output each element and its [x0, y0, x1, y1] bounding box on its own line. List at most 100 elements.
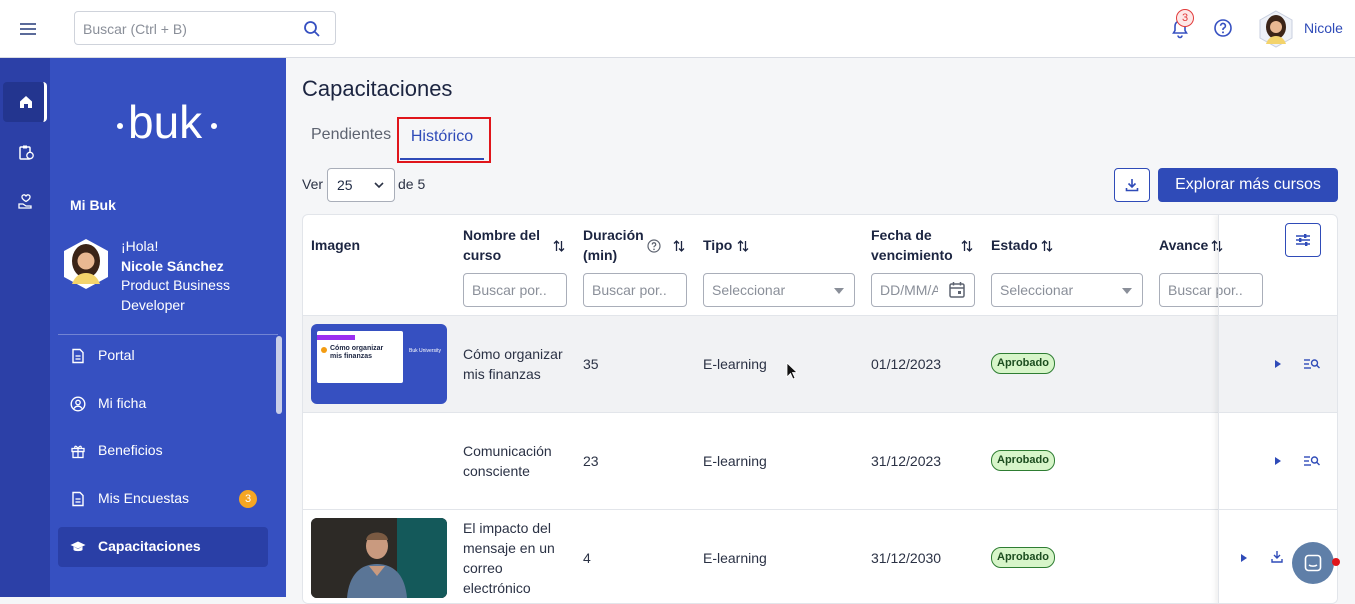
document-icon [70, 491, 86, 507]
icon-rail [0, 58, 50, 597]
duration-filter[interactable] [583, 273, 687, 307]
status-filter-select[interactable] [991, 273, 1143, 307]
section-title: Mi Buk [70, 197, 116, 213]
sort-icon[interactable] [1041, 239, 1053, 253]
total-pages-label: de 5 [398, 176, 426, 192]
document-icon [70, 348, 86, 364]
notifications-count-badge: 3 [1176, 9, 1194, 27]
hand-heart-icon [18, 194, 32, 209]
column-header-due-date[interactable]: Fecha de vencimiento [871, 225, 955, 265]
sidebar-item-label: Mi ficha [98, 395, 147, 411]
surveys-count-badge: 3 [239, 490, 257, 508]
duration-filter-input[interactable] [592, 282, 680, 298]
download-button[interactable] [1114, 168, 1150, 202]
sidebar-item-label: Beneficios [98, 442, 163, 458]
per-page-select[interactable]: 25 [327, 168, 395, 202]
rail-home[interactable] [3, 82, 47, 122]
greeting-text: ¡Hola! [121, 238, 159, 254]
column-settings-button[interactable] [1285, 223, 1321, 257]
sort-icon[interactable] [737, 239, 749, 253]
course-name: Comunicación consciente [463, 443, 552, 479]
tab-pendientes[interactable]: Pendientes [311, 126, 391, 144]
name-filter[interactable] [463, 273, 567, 307]
sidebar-item-label: Portal [98, 347, 135, 363]
column-header-image: Imagen [311, 237, 361, 253]
user-full-name: Nicole Sánchez [121, 257, 224, 274]
type-filter-select[interactable] [703, 273, 855, 307]
rail-clipboard[interactable] [3, 132, 47, 172]
explore-courses-button[interactable]: Explorar más cursos [1158, 168, 1338, 202]
column-header-duration[interactable]: Duración (min) [583, 225, 647, 265]
chevron-down-icon [374, 182, 384, 189]
course-due-date: 01/12/2023 [871, 356, 942, 372]
name-filter-input[interactable] [472, 282, 560, 298]
user-role: Product Business Developer [121, 277, 230, 313]
sidebar: buk Mi Buk ¡Hola! Nicole Sánchez Product… [50, 58, 286, 597]
info-help-icon[interactable] [647, 239, 661, 253]
course-name: Cómo organizar mis finanzas [463, 346, 563, 382]
per-page-label: Ver [302, 176, 324, 192]
course-type: E-learning [703, 550, 767, 566]
chat-icon [1304, 554, 1322, 572]
column-header-progress[interactable]: Avance [1159, 235, 1208, 255]
search-icon[interactable] [303, 20, 321, 38]
page-title: Capacitaciones [302, 76, 453, 101]
sidebar-divider [58, 334, 278, 335]
chat-unread-dot [1332, 558, 1340, 566]
graduation-cap-icon [70, 539, 86, 555]
course-thumbnail [311, 518, 447, 598]
mouse-cursor-icon [786, 362, 798, 380]
presenter-photo [311, 518, 447, 598]
sort-icon[interactable] [673, 239, 685, 253]
course-due-date: 31/12/2023 [871, 453, 942, 469]
buk-logo[interactable]: buk [116, 98, 220, 144]
column-header-name[interactable]: Nombre del curso [463, 225, 543, 265]
dropdown-arrow-icon [834, 288, 844, 294]
top-bar: 3 Nicole [0, 0, 1355, 58]
sidebar-item-beneficios[interactable]: Beneficios [58, 431, 268, 471]
courses-table: Imagen Nombre del curso Duración (min) T… [302, 214, 1338, 604]
status-filter-input[interactable] [1000, 282, 1110, 298]
sidebar-item-portal[interactable]: Portal [58, 336, 268, 376]
hamburger-menu-icon[interactable] [18, 19, 38, 39]
course-due-date: 31/12/2030 [871, 550, 942, 566]
course-type: E-learning [703, 453, 767, 469]
sidebar-avatar [62, 238, 110, 290]
home-icon [20, 96, 32, 108]
download-icon [1125, 179, 1139, 192]
chat-support-button[interactable] [1292, 542, 1334, 584]
sort-icon[interactable] [553, 239, 565, 253]
column-header-status[interactable]: Estado [991, 235, 1038, 255]
active-tab-highlight [397, 117, 491, 163]
table-row[interactable]: El impacto del mensaje en un correo elec… [303, 509, 1337, 603]
main-content: Capacitaciones Pendientes Histórico Ver … [286, 58, 1355, 604]
sidebar-scrollbar[interactable] [276, 336, 282, 414]
sidebar-item-mi-ficha[interactable]: Mi ficha [58, 384, 268, 424]
status-badge: Aprobado [991, 353, 1055, 374]
sidebar-item-mis-encuestas[interactable]: Mis Encuestas 3 [58, 479, 268, 519]
dropdown-arrow-icon [1122, 288, 1132, 294]
rail-benefits[interactable] [3, 182, 47, 222]
date-filter[interactable] [871, 273, 975, 307]
user-greeting: ¡Hola! Nicole Sánchez Product Business D… [121, 237, 241, 315]
date-filter-input[interactable] [880, 282, 938, 298]
svg-text:buk: buk [128, 98, 203, 144]
help-icon[interactable] [1213, 18, 1233, 38]
per-page-value: 25 [337, 177, 353, 193]
table-row[interactable]: Cómo organizar mis finanzas Buk Universi… [303, 315, 1337, 412]
user-avatar[interactable] [1258, 10, 1294, 48]
table-row[interactable]: Comunicación consciente 23 E-learning 31… [303, 412, 1337, 509]
course-thumbnail: Cómo organizar mis finanzas Buk Universi… [311, 324, 447, 404]
search-input[interactable] [83, 19, 293, 39]
calendar-icon[interactable] [948, 281, 966, 299]
sort-icon[interactable] [961, 239, 973, 253]
user-name-link[interactable]: Nicole [1304, 20, 1343, 36]
course-name: El impacto del mensaje en un correo elec… [463, 520, 555, 596]
column-header-type[interactable]: Tipo [703, 235, 732, 255]
user-circle-icon [70, 396, 86, 412]
thumbnail-title: Cómo organizar mis finanzas [330, 345, 384, 360]
type-filter-input[interactable] [712, 282, 822, 298]
sidebar-item-capacitaciones[interactable]: Capacitaciones [58, 527, 268, 567]
global-search[interactable] [74, 11, 336, 45]
thumbnail-accent [317, 335, 355, 340]
